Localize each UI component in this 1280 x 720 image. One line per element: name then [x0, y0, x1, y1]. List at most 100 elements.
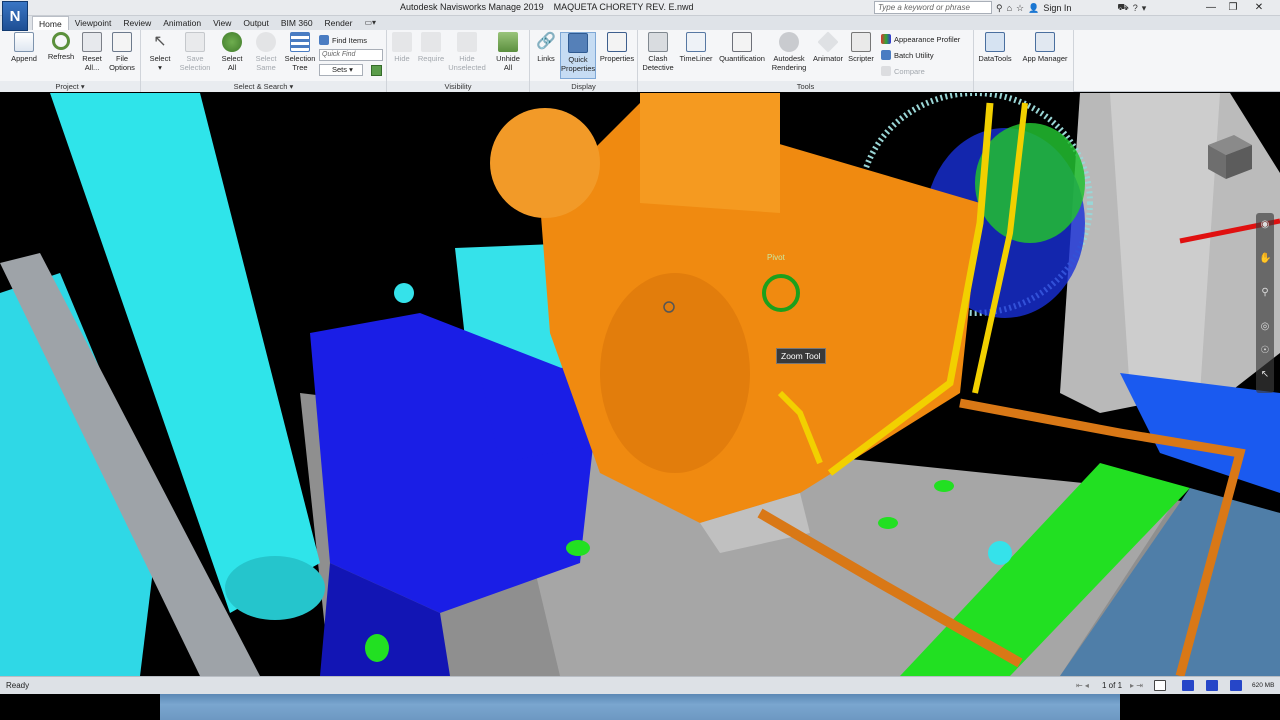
quantification-button[interactable]: Quantification	[716, 32, 768, 63]
tab-review[interactable]: Review	[117, 16, 157, 30]
panel-project-label[interactable]: Project ▾	[0, 81, 140, 92]
properties-label: Properties	[599, 54, 635, 63]
select-same-button[interactable]: Select Same	[251, 32, 281, 72]
find-items-button[interactable]: Find Items	[319, 34, 367, 46]
hide-unselected-button[interactable]: Hide Unselected	[447, 32, 487, 72]
properties-icon	[607, 32, 627, 52]
select-cursor-icon[interactable]: ↖	[1259, 369, 1271, 381]
orbit-icon[interactable]: ◎	[1259, 321, 1271, 333]
clash-detective-button[interactable]: Clash Detective	[640, 32, 676, 72]
append-label: Append	[11, 54, 37, 63]
tab-home[interactable]: Home	[32, 16, 69, 30]
quick-find-input[interactable]: Quick Find	[319, 49, 383, 61]
batch-utility-button[interactable]: Batch Utility	[881, 49, 934, 61]
reset-label-2: All...	[84, 63, 100, 72]
help-icon[interactable]: ?	[1133, 3, 1138, 13]
tab-view[interactable]: View	[207, 16, 237, 30]
cart-icon[interactable]: ⛟	[1117, 2, 1128, 14]
tank-bottom	[225, 556, 325, 620]
next-page-icon[interactable]: ▸ ⇥	[1130, 681, 1143, 690]
chevron-down-icon[interactable]: ▾	[1142, 3, 1147, 14]
animator-button[interactable]: Animator	[810, 31, 846, 63]
title-bar: N Autodesk Navisworks Manage 2019 MAQUET…	[0, 0, 1280, 31]
datatools-button[interactable]: DataTools	[976, 32, 1014, 63]
compare-icon	[881, 66, 891, 76]
quick-properties-button[interactable]: Quick Properties	[560, 32, 596, 79]
ribbon-options-icon[interactable]: ▭▾	[358, 16, 382, 30]
zoom-icon[interactable]: ⚲	[1259, 287, 1271, 299]
page-counter: 1 of 1	[1102, 681, 1123, 690]
look-icon[interactable]: ☉	[1259, 345, 1271, 357]
project-label-text: Project	[55, 82, 79, 91]
binoculars-icon[interactable]: ⚲	[996, 3, 1003, 14]
timeliner-button[interactable]: TimeLiner	[678, 32, 714, 63]
pivot-label: Pivot	[767, 253, 785, 262]
selection-tree-label-2: Tree	[292, 63, 308, 72]
hide-unselected-label-2: Unselected	[448, 63, 486, 72]
appearance-profiler-button[interactable]: Appearance Profiler	[881, 33, 960, 45]
prev-page-icon[interactable]: ⇤ ◂	[1076, 681, 1089, 690]
append-button[interactable]: Append	[6, 32, 42, 63]
engine-flywheel-housing	[600, 273, 750, 473]
app-manager-button[interactable]: App Manager	[1018, 32, 1072, 63]
refresh-button[interactable]: Refresh	[44, 32, 78, 61]
select-search-label-text: Select & Search	[233, 82, 288, 91]
favorites-star-icon[interactable]: ☆	[1016, 3, 1024, 14]
tab-bim360[interactable]: BIM 360	[275, 16, 319, 30]
require-button[interactable]: Require	[415, 32, 447, 63]
3d-viewport[interactable]: Pivot Zoom Tool ◉ ✋ ⚲ ◎ ☉ ↖	[0, 93, 1280, 676]
batch-utility-label: Batch Utility	[894, 50, 934, 60]
communication-center-icon[interactable]: ⌂	[1007, 3, 1012, 13]
help-search-input[interactable]: Type a keyword or phrase	[874, 1, 992, 14]
user-icon[interactable]: 👤	[1028, 3, 1039, 14]
quantification-label: Quantification	[719, 54, 765, 63]
ribbon: Append Refresh Reset All... File Options…	[0, 30, 1280, 92]
green-marker	[566, 540, 590, 556]
sign-in-link[interactable]: Sign In	[1043, 3, 1071, 13]
hide-icon	[392, 32, 412, 52]
reset-icon	[82, 32, 102, 52]
scripter-icon	[851, 32, 871, 52]
select-dropdown-icon: ▾	[158, 63, 162, 72]
cursor-icon: ↖	[153, 33, 167, 50]
3d-model-scene[interactable]	[0, 93, 1280, 676]
close-button[interactable]: ✕	[1236, 0, 1280, 16]
compare-button[interactable]: Compare	[881, 65, 925, 77]
sets-dropdown[interactable]: Sets ▾	[319, 64, 363, 76]
tab-render[interactable]: Render	[319, 16, 359, 30]
scripter-button[interactable]: Scripter	[846, 32, 876, 63]
select-all-button[interactable]: Select All	[217, 32, 247, 72]
links-label: Links	[537, 54, 555, 63]
fan-hub	[975, 123, 1085, 243]
panel-select-search: ↖ Select ▾ Save Selection Select All Sele…	[141, 30, 387, 92]
pan-hand-icon[interactable]: ✋	[1259, 253, 1271, 265]
reset-all-button[interactable]: Reset All...	[80, 32, 104, 72]
hide-button[interactable]: Hide	[391, 32, 413, 63]
manage-sets-icon[interactable]	[371, 65, 382, 76]
properties-button[interactable]: Properties	[598, 32, 636, 63]
steering-wheel-icon[interactable]: ◉	[1259, 219, 1271, 231]
select-all-label-2: All	[227, 63, 237, 72]
tab-viewpoint[interactable]: Viewpoint	[69, 16, 118, 30]
cyan-gauge-2	[988, 541, 1012, 565]
tab-animation[interactable]: Animation	[157, 16, 207, 30]
app-menu-button[interactable]: N	[2, 1, 28, 31]
panel-select-search-label[interactable]: Select & Search ▾	[141, 81, 386, 92]
datatools-label: DataTools	[978, 54, 1012, 63]
links-button[interactable]: 🔗 Links	[534, 32, 558, 63]
sheet-browser-icon[interactable]	[1154, 680, 1166, 691]
file-options-button[interactable]: File Options	[106, 32, 138, 72]
web-server-icon	[1230, 680, 1242, 691]
selection-tree-button[interactable]: Selection Tree	[283, 32, 317, 72]
animator-icon	[817, 31, 839, 53]
viewcube[interactable]	[1194, 123, 1260, 189]
select-all-icon	[222, 32, 242, 52]
unhide-all-button[interactable]: Unhide All	[491, 32, 525, 72]
windows-taskbar	[0, 694, 1280, 720]
file-options-label-1: File	[115, 54, 129, 63]
tab-output[interactable]: Output	[237, 16, 275, 30]
panel-visibility: Hide Require Hide Unselected Unhide All …	[387, 30, 530, 92]
autodesk-rendering-button[interactable]: Autodesk Rendering	[770, 32, 808, 72]
save-selection-button[interactable]: Save Selection	[177, 32, 213, 72]
select-button[interactable]: ↖ Select ▾	[145, 32, 175, 72]
